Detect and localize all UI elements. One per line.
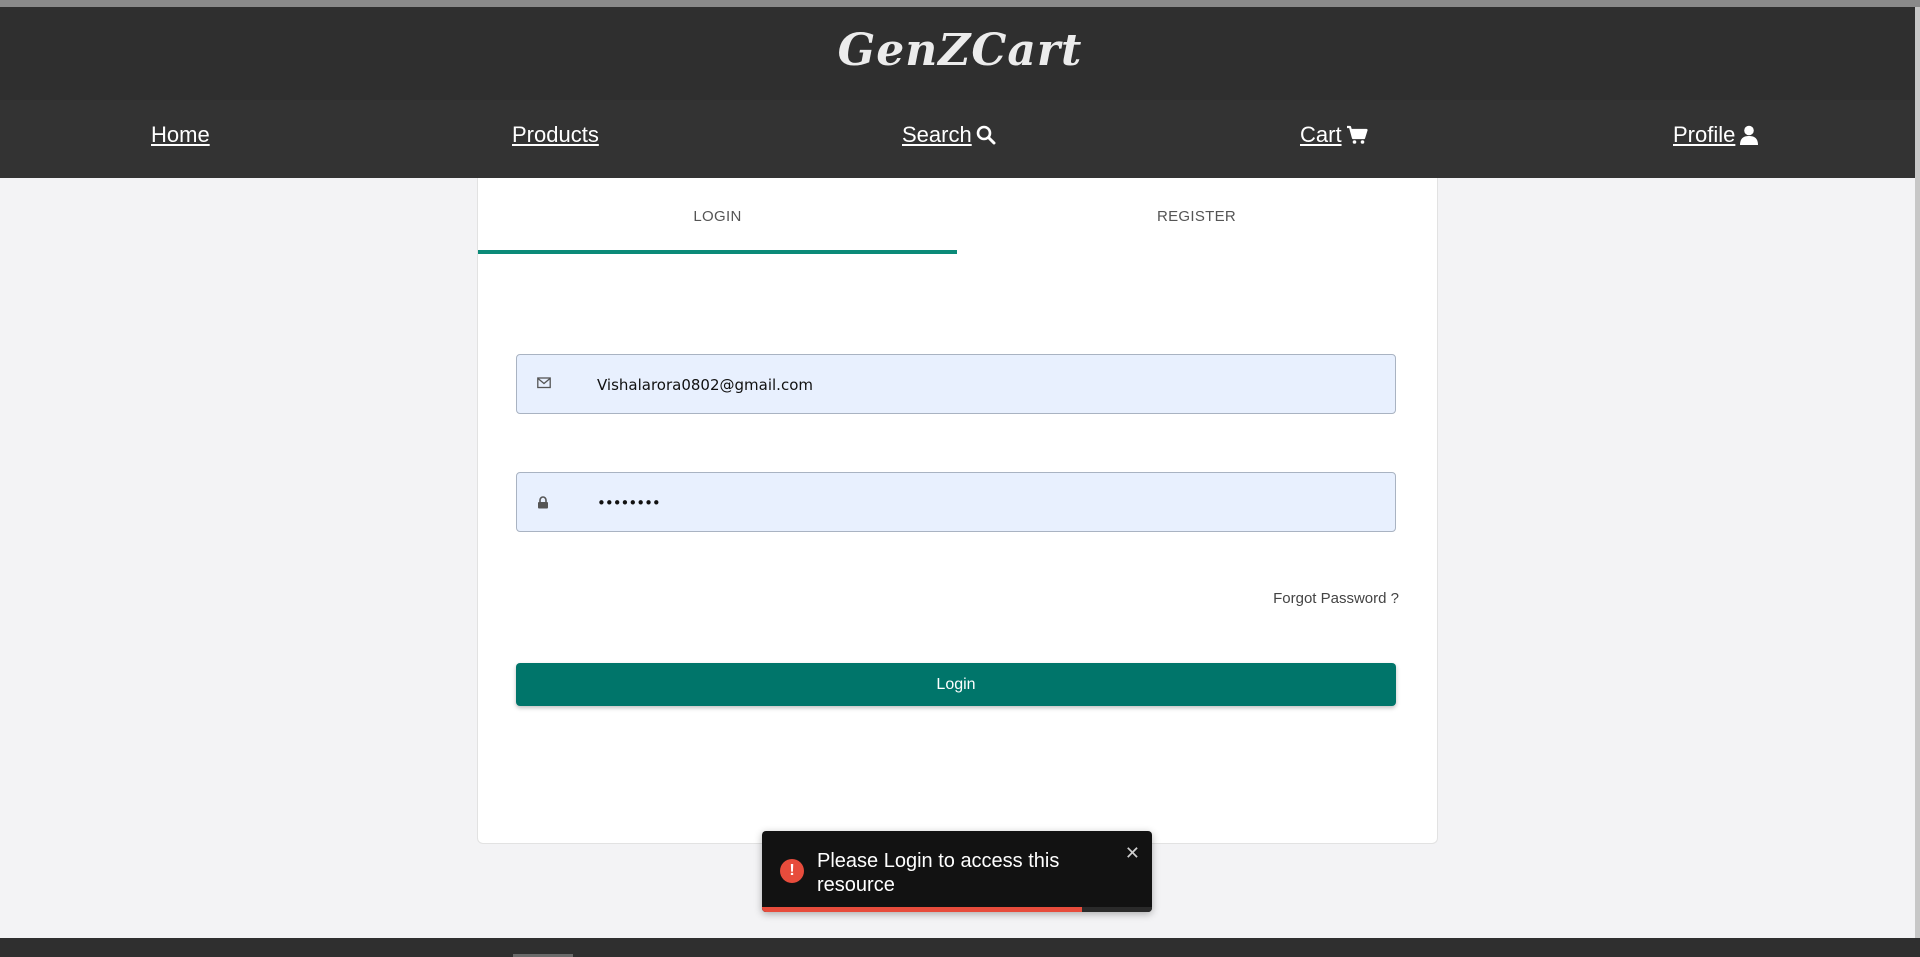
email-input[interactable]	[595, 355, 1379, 415]
active-tab-indicator	[478, 250, 957, 254]
nav-search[interactable]: Search	[902, 122, 996, 148]
scrollbar-thumb[interactable]	[1915, 7, 1920, 942]
nav-profile-label: Profile	[1673, 122, 1736, 147]
mail-icon	[537, 377, 551, 389]
login-button[interactable]: Login	[516, 663, 1396, 706]
page-footer	[0, 938, 1920, 957]
nav-search-label: Search	[902, 122, 972, 147]
error-icon: !	[780, 859, 804, 883]
nav-home[interactable]: Home	[151, 122, 210, 148]
window-top-edge	[0, 0, 1920, 7]
toast-message: Please Login to access this resource	[817, 850, 1060, 896]
nav-profile[interactable]: Profile	[1673, 122, 1759, 148]
tab-login[interactable]: LOGIN	[478, 178, 957, 254]
auth-card: LOGIN REGISTER Forgot Password ? Login	[477, 178, 1438, 844]
password-field[interactable]	[516, 472, 1396, 533]
main-navigation: Home Products Search Cart Profile	[0, 100, 1920, 178]
tab-register-label: REGISTER	[1156, 207, 1237, 225]
lock-icon	[538, 496, 548, 509]
forgot-password-link[interactable]: Forgot Password ?	[1273, 590, 1399, 607]
brand-header: GenZCart	[0, 7, 1920, 100]
close-icon[interactable]: ✕	[1125, 843, 1140, 864]
tab-login-label: LOGIN	[693, 207, 742, 225]
nav-cart[interactable]: Cart	[1300, 122, 1368, 148]
email-field[interactable]	[516, 354, 1396, 415]
error-toast: ! Please Login to access this resource ✕	[762, 831, 1152, 912]
nav-home-label: Home	[151, 122, 210, 147]
nav-products[interactable]: Products	[512, 122, 599, 148]
brand-logo[interactable]: GenZCart	[838, 25, 1083, 76]
toast-progress-bar	[762, 907, 1082, 912]
search-icon	[976, 125, 996, 145]
user-icon	[1740, 125, 1759, 145]
password-input[interactable]	[595, 473, 1379, 533]
nav-cart-label: Cart	[1300, 122, 1342, 147]
nav-products-label: Products	[512, 122, 599, 147]
cart-icon	[1346, 125, 1368, 144]
tab-register[interactable]: REGISTER	[957, 178, 1436, 254]
